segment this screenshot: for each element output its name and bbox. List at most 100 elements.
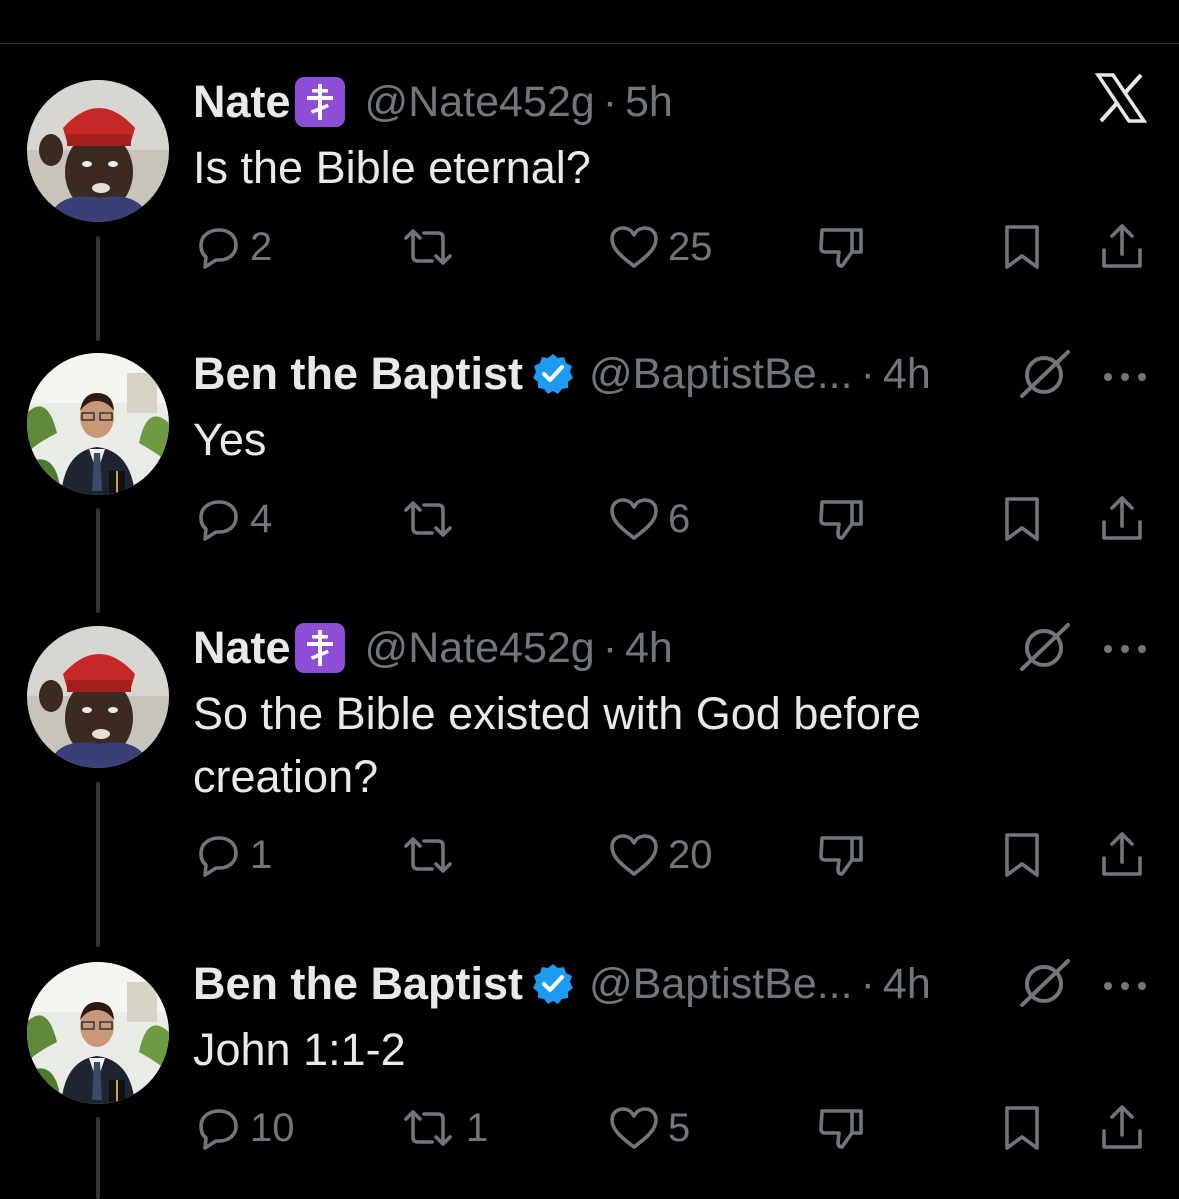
repost-button[interactable] [398,827,466,883]
author-name[interactable]: Ben the Baptist [193,958,523,1010]
dislike-button[interactable] [816,219,866,275]
separator-dot: · [860,349,875,398]
share-icon [1102,224,1142,268]
like-count: 20 [668,832,713,877]
bookmark-icon [1005,225,1039,269]
timestamp[interactable]: 4h [625,624,673,673]
like-icon [610,498,658,540]
dislike-icon [819,1109,863,1149]
author-name[interactable]: Ben the Baptist [193,348,523,400]
like-button[interactable]: 6 [608,491,690,547]
author-handle[interactable]: @Nate452g [365,78,595,127]
repost-button[interactable] [398,491,466,547]
share-button[interactable] [1098,827,1146,883]
more-icon[interactable] [1102,642,1148,660]
separator-dot: · [860,959,875,1008]
avatar[interactable] [27,626,169,768]
reply-icon [199,1109,238,1150]
dislike-button[interactable] [816,827,866,883]
tweet-text: Is the Bible eternal? [193,142,591,193]
top-divider [0,43,1179,44]
separator-dot: · [602,77,618,126]
action-bar: 1 20 [0,827,1179,883]
bookmark-button[interactable] [1000,1100,1044,1156]
reply-icon [199,836,238,877]
author-handle[interactable]: @BaptistBe... [589,350,853,399]
bookmark-button[interactable] [1000,219,1044,275]
share-button[interactable] [1098,491,1146,547]
thread-view: Nate @Nate452g · 5h Is the Bible eternal… [0,0,1179,1199]
like-count: 5 [668,1105,691,1150]
like-count: 25 [668,224,713,269]
repost-count: 1 [466,1105,489,1150]
more-icon[interactable] [1102,370,1148,388]
tweet-text: Yes [193,414,267,465]
repost-button[interactable] [398,219,466,275]
timestamp[interactable]: 5h [625,78,673,127]
author-handle[interactable]: @Nate452g [365,624,595,673]
like-icon [610,834,658,876]
tweet-header: Nate @Nate452g · 5h [193,74,673,130]
like-icon [610,226,658,268]
orthodox-cross-icon [294,77,345,127]
like-icon [610,1107,658,1149]
orthodox-cross-icon [294,623,345,673]
author-handle[interactable]: @BaptistBe... [589,960,853,1009]
like-button[interactable]: 25 [608,219,713,275]
like-button[interactable]: 5 [608,1100,690,1156]
dislike-icon [819,228,863,268]
verified-icon [531,962,575,1006]
repost-icon [404,501,452,537]
timestamp[interactable]: 4h [883,350,931,399]
share-icon [1102,496,1142,540]
timestamp[interactable]: 4h [883,960,931,1009]
tweet-header: Nate @Nate452g · 4h [193,620,673,676]
action-bar: 2 25 [0,219,1179,275]
bookmark-icon [1005,497,1039,541]
avatar[interactable] [27,962,169,1104]
reply-button[interactable]: 10 [196,1100,295,1156]
like-count: 6 [668,496,691,541]
separator-dot: · [602,623,618,672]
x-logo-icon[interactable] [1094,73,1148,128]
share-icon [1102,1105,1142,1149]
reply-count: 1 [250,832,273,877]
action-bar: 10 1 5 [0,1100,1179,1156]
reply-button[interactable]: 1 [196,827,272,883]
reply-count: 10 [250,1105,295,1150]
reply-icon [199,500,238,541]
tweet-header: Ben the Baptist @BaptistBe... · 4h [193,346,931,402]
grok-icon[interactable] [1018,957,1074,1014]
more-icon[interactable] [1102,979,1148,997]
bookmark-button[interactable] [1000,491,1044,547]
author-name[interactable]: Nate [193,76,291,128]
reply-icon [199,228,238,269]
reply-button[interactable]: 2 [196,219,272,275]
avatar[interactable] [27,353,169,495]
repost-icon [404,837,452,873]
tweet-text: So the Bible existed with God before cre… [193,688,921,802]
share-button[interactable] [1098,1100,1146,1156]
reply-button[interactable]: 4 [196,491,272,547]
repost-button[interactable]: 1 [398,1100,488,1156]
bookmark-icon [1005,1106,1039,1150]
author-name[interactable]: Nate [193,622,291,674]
like-button[interactable]: 20 [608,827,713,883]
tweet-text: John 1:1-2 [193,1024,406,1075]
repost-icon [404,1110,452,1146]
bookmark-icon [1005,833,1039,877]
verified-icon [531,352,575,396]
bookmark-button[interactable] [1000,827,1044,883]
share-button[interactable] [1098,219,1146,275]
tweet-header: Ben the Baptist @BaptistBe... · 4h [193,956,931,1012]
share-icon [1102,832,1142,876]
grok-icon[interactable] [1018,621,1074,678]
avatar[interactable] [27,80,169,222]
reply-count: 4 [250,496,273,541]
dislike-icon [819,500,863,540]
grok-icon[interactable] [1018,348,1074,405]
dislike-button[interactable] [816,491,866,547]
action-bar: 4 6 [0,491,1179,547]
dislike-button[interactable] [816,1100,866,1156]
reply-count: 2 [250,224,273,269]
